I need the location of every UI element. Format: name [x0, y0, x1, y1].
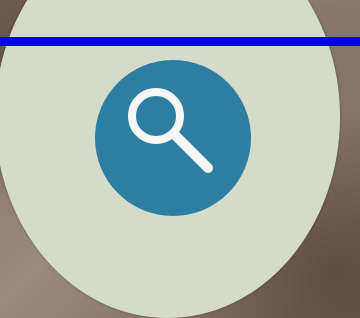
- search-button[interactable]: [95, 60, 251, 216]
- blue-guide-line: [0, 37, 360, 46]
- search-icon: [128, 88, 213, 173]
